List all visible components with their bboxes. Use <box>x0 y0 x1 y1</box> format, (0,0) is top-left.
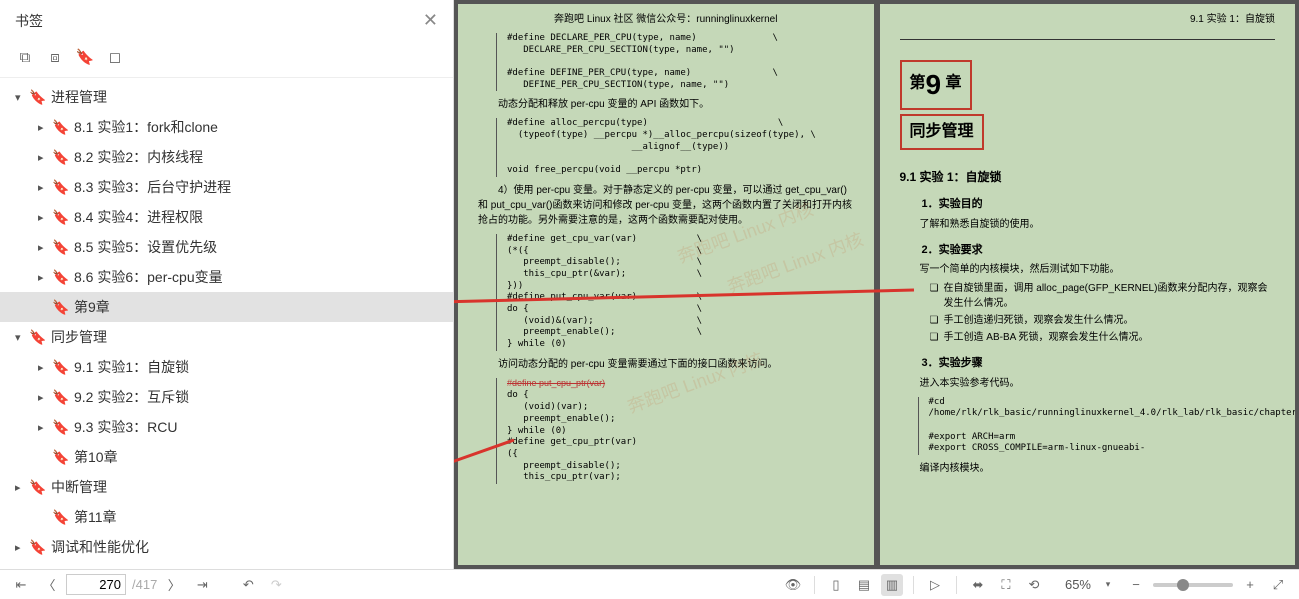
fit-width-icon[interactable]: ⬌ <box>967 574 989 596</box>
page-total: /417 <box>132 577 157 592</box>
zoom-dropdown-icon[interactable]: ▾ <box>1097 574 1119 596</box>
close-icon[interactable]: ✕ <box>423 10 438 31</box>
bookmark-item[interactable]: 🔖第12章 <box>0 562 453 569</box>
subsection: 1．实验目的 <box>900 196 1276 213</box>
paragraph: 了解和熟悉自旋锁的使用。 <box>900 217 1276 232</box>
bookmark-item[interactable]: ▾🔖进程管理 <box>0 82 453 112</box>
zoom-out-icon[interactable]: − <box>1125 574 1147 596</box>
nav-forward-icon[interactable]: ↷ <box>265 574 287 596</box>
code-block: #define get_cpu_var(var) \ (*({ \ preemp… <box>496 234 854 351</box>
subsection: 3．实验步骤 <box>900 355 1276 372</box>
bookmark-item[interactable]: ▸🔖9.2 实验2：互斥锁 <box>0 382 453 412</box>
right-page: 9.1 实验 1：自旋锁 第9 章 同步管理 9.1 实验 1：自旋锁 1．实验… <box>880 4 1296 565</box>
left-page: 奔跑吧 Linux 社区 微信公众号：runninglinuxkernel #d… <box>458 4 874 565</box>
bookmark-filled-icon[interactable]: 🔖 <box>75 47 95 67</box>
bookmark-item[interactable]: ▸🔖8.5 实验5：设置优先级 <box>0 232 453 262</box>
bookmark-tree: ▾🔖进程管理▸🔖8.1 实验1：fork和clone▸🔖8.2 实验2：内核线程… <box>0 78 453 569</box>
bookmark-item[interactable]: 🔖第9章 <box>0 292 453 322</box>
paragraph: 写一个简单的内核模块，然后测试如下功能。 <box>900 262 1276 277</box>
prev-page-icon[interactable]: 〈 <box>38 574 60 596</box>
bullet-list: 在自旋锁里面，调用 alloc_page(GFP_KERNEL)函数来分配内存，… <box>930 281 1276 345</box>
bookmarks-sidebar: 书签 ✕ ⧉ ⧈ 🔖 ◻ ▾🔖进程管理▸🔖8.1 实验1：fork和clone▸… <box>0 0 454 569</box>
nav-back-icon[interactable]: ↶ <box>237 574 259 596</box>
bookmark-item[interactable]: 🔖第10章 <box>0 442 453 472</box>
expand-all-icon[interactable]: ⧉ <box>15 47 35 67</box>
code-block: #define DECLARE_PER_CPU(type, name) \ DE… <box>496 33 854 91</box>
fit-page-icon[interactable]: ⛶ <box>995 574 1017 596</box>
read-mode-icon[interactable]: 👁 <box>782 574 804 596</box>
bookmark-item[interactable]: ▸🔖调试和性能优化 <box>0 532 453 562</box>
paragraph: 4）使用 per-cpu 变量。对于静态定义的 per-cpu 变量，可以通过 … <box>478 183 854 228</box>
page-header-left: 奔跑吧 Linux 社区 微信公众号：runninglinuxkernel <box>478 12 854 27</box>
list-item: 在自旋锁里面，调用 alloc_page(GFP_KERNEL)函数来分配内存，… <box>930 281 1276 311</box>
rotate-icon[interactable]: ⟲ <box>1023 574 1045 596</box>
paragraph: 进入本实验参考代码。 <box>900 376 1276 391</box>
subsection: 2．实验要求 <box>900 242 1276 259</box>
bookmark-item[interactable]: 🔖第11章 <box>0 502 453 532</box>
first-page-icon[interactable]: ⇤ <box>10 574 32 596</box>
bookmark-item[interactable]: ▸🔖8.3 实验3：后台守护进程 <box>0 172 453 202</box>
bookmark-item[interactable]: ▸🔖8.2 实验2：内核线程 <box>0 142 453 172</box>
list-item: 手工创造递归死锁，观察会发生什么情况。 <box>930 313 1276 328</box>
code-block: #define alloc_percpu(type) \ (typeof(typ… <box>496 118 854 176</box>
collapse-all-icon[interactable]: ⧈ <box>45 47 65 67</box>
paragraph: 访问动态分配的 per-cpu 变量需要通过下面的接口函数来访问。 <box>478 357 854 372</box>
status-bar: ⇤ 〈 /417 〉 ⇥ ↶ ↷ 👁 ▯ ▤ ▥ ▷ ⬌ ⛶ ⟲ 65% ▾ −… <box>0 569 1299 599</box>
chapter-number-box: 第9 章 <box>900 60 972 110</box>
next-page-icon[interactable]: 〉 <box>163 574 185 596</box>
list-item: 手工创造 AB-BA 死锁，观察会发生什么情况。 <box>930 330 1276 345</box>
section-title: 9.1 实验 1：自旋锁 <box>900 168 1276 186</box>
bookmark-item[interactable]: ▸🔖8.4 实验4：进程权限 <box>0 202 453 232</box>
zoom-value: 65% <box>1065 577 1091 592</box>
bookmark-item[interactable]: ▸🔖8.1 实验1：fork和clone <box>0 112 453 142</box>
paragraph: 编译内核模块。 <box>900 461 1276 476</box>
bookmark-item[interactable]: ▾🔖同步管理 <box>0 322 453 352</box>
single-page-icon[interactable]: ▯ <box>825 574 847 596</box>
bookmark-item[interactable]: ▸🔖中断管理 <box>0 472 453 502</box>
bookmark-item[interactable]: ▸🔖8.6 实验6：per-cpu变量 <box>0 262 453 292</box>
zoom-in-icon[interactable]: + <box>1239 574 1261 596</box>
two-page-icon[interactable]: ▥ <box>881 574 903 596</box>
code-block: #cd /home/rlk/rlk_basic/runninglinuxkern… <box>918 397 1276 455</box>
last-page-icon[interactable]: ⇥ <box>191 574 213 596</box>
document-viewport: 奔跑吧 Linux 社区 微信公众号：runninglinuxkernel #d… <box>454 0 1299 569</box>
code-block: #define put_cpu_ptr(var) do { (void)(var… <box>496 378 854 484</box>
page-number-input[interactable] <box>66 574 126 595</box>
bookmark-outline-icon[interactable]: ◻ <box>105 47 125 67</box>
zoom-slider[interactable] <box>1153 583 1233 587</box>
play-icon[interactable]: ▷ <box>924 574 946 596</box>
sidebar-toolbar: ⧉ ⧈ 🔖 ◻ <box>0 41 453 78</box>
chapter-title-box: 同步管理 <box>900 114 984 150</box>
fullscreen-icon[interactable]: ⤢ <box>1267 574 1289 596</box>
sidebar-title: 书签 <box>15 11 43 31</box>
bookmark-item[interactable]: ▸🔖9.3 实验3：RCU <box>0 412 453 442</box>
page-header-right: 9.1 实验 1：自旋锁 <box>900 12 1276 27</box>
paragraph: 动态分配和释放 per-cpu 变量的 API 函数如下。 <box>478 97 854 112</box>
continuous-page-icon[interactable]: ▤ <box>853 574 875 596</box>
bookmark-item[interactable]: ▸🔖9.1 实验1：自旋锁 <box>0 352 453 382</box>
